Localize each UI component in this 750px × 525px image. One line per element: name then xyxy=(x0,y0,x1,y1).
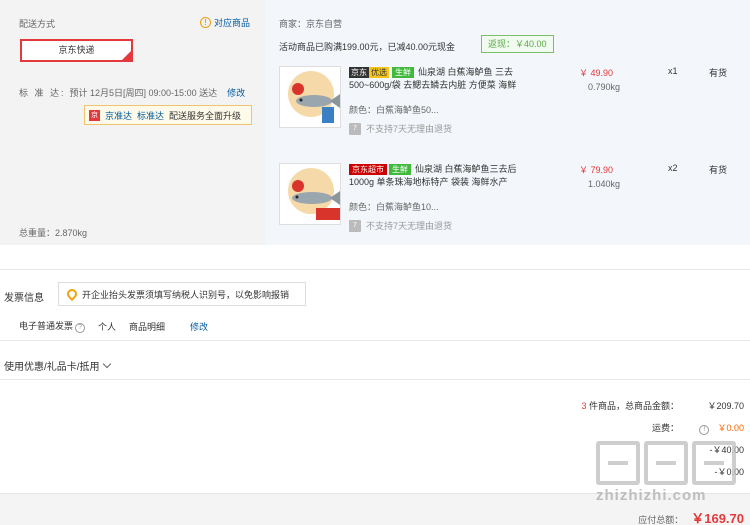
item-weight: 0.790kg xyxy=(588,82,621,92)
invoice-person: 个人 xyxy=(98,321,117,332)
no-return-note: 7 不支持7天无理由退货 xyxy=(349,122,452,135)
no-return-icon: 7 xyxy=(349,122,361,135)
jd-logo-icon: 京 xyxy=(89,109,100,121)
warning-icon: ! xyxy=(200,17,211,28)
item-title[interactable]: 京东 优选 生鲜 仙泉湖 白蕉海鲈鱼 三去500~600g/袋 去鳃去鳞去内脏 方便菜… xyxy=(349,66,539,92)
shipping-method-option[interactable]: 京东快递 ✓ xyxy=(20,39,133,62)
invoice-tip: 开企业抬头发票须填写纳税人识别号，以免影响报销 xyxy=(58,282,306,306)
summary-shipping-label: 运费： xyxy=(651,423,679,433)
summary-shipping-row: 运费： ! ￥0.00 xyxy=(539,421,744,435)
edit-delivery-link[interactable]: 修改 xyxy=(227,86,245,99)
summary-shipping-value: ! ￥0.00 xyxy=(679,421,744,435)
check-icon: ✓ xyxy=(124,48,130,54)
edit-invoice-link[interactable]: 修改 xyxy=(190,320,208,333)
summary-extra-row: -￥0.00 xyxy=(539,465,744,478)
no-return-icon: 7 xyxy=(349,219,361,232)
invoice-detail: 商品明细 xyxy=(129,321,166,332)
no-return-note: 7 不支持7天无理由退货 xyxy=(349,219,452,232)
chevron-down-icon xyxy=(102,359,111,369)
item-qty: x1 xyxy=(668,66,678,76)
invoice-tip-text: 开企业抬头发票须填写纳税人识别号，以免影响报销 xyxy=(82,289,290,300)
fresh-tag: 生鲜 xyxy=(392,67,414,78)
match-items-link[interactable]: ! 对应商品 xyxy=(200,16,250,29)
merchant-label: 商家：京东自营 xyxy=(279,19,343,29)
upgrade-brand[interactable]: 京准达 xyxy=(105,109,132,122)
match-items-label: 对应商品 xyxy=(214,18,251,28)
payable-label: 应付总额： xyxy=(638,515,684,525)
summary-total-row: 3 件商品，总商品金额： ￥209.70 xyxy=(539,399,744,412)
summary-total-value: ￥209.70 xyxy=(707,401,744,411)
item-color: 颜色：白蕉海鲈鱼50... xyxy=(349,105,439,115)
cart-item: 京东 优选 生鲜 仙泉湖 白蕉海鲈鱼 三去500~600g/袋 去鳃去鳞去内脏 方便菜… xyxy=(279,66,749,146)
invoice-type: 电子普通发票? xyxy=(19,319,86,333)
fresh-tag: 生鲜 xyxy=(389,164,411,175)
upgrade-text: 配送服务全面升级 xyxy=(169,110,242,121)
item-price: ￥ 49.90 xyxy=(579,68,614,78)
payable-total: 应付总额： ￥169.70 xyxy=(638,508,744,525)
delivery-upgrade-tip: 京 京准达 标准达 配送服务全面升级 xyxy=(84,105,252,125)
summary-discount-row: -￥40.00 xyxy=(539,443,744,456)
item-qty: x2 xyxy=(668,163,678,173)
no-return-text: 不支持7天无理由退货 xyxy=(366,221,453,231)
rebate-badge: 返现：￥40.00 xyxy=(481,35,554,53)
summary-extra-value: -￥0.00 xyxy=(714,467,744,477)
standard-delivery-time: 预计 12月5日[周四] 09:00-15:00 送达 xyxy=(69,88,218,98)
item-color: 颜色：白蕉海鲈鱼10... xyxy=(349,202,439,212)
summary-count-label: 3 件商品，总商品金额： xyxy=(581,401,679,411)
total-weight: 总重量：2.870kg xyxy=(19,228,88,238)
shipping-label: 配送方式 xyxy=(19,19,56,29)
cart-item: 京东超市 生鲜 仙泉湖 白蕉海鲈鱼三去后1000g 单条珠海地标特产 袋装 海鲜水产… xyxy=(279,163,749,243)
jd-tag: 京东 xyxy=(349,67,369,78)
section-divider xyxy=(0,269,750,270)
select-tag: 优选 xyxy=(369,67,389,78)
shipping-panel: 配送方式 ! 对应商品 京东快递 ✓ 标 准 达: 预计 12月5日[周四] 0… xyxy=(0,0,265,245)
item-price: ￥ 79.90 xyxy=(579,165,614,175)
coupon-label: 使用优惠/礼品卡/抵用 xyxy=(4,362,100,373)
payable-value: ￥169.70 xyxy=(691,511,744,525)
item-title[interactable]: 京东超市 生鲜 仙泉湖 白蕉海鲈鱼三去后1000g 单条珠海地标特产 袋装 海鲜水产 xyxy=(349,163,539,189)
coupon-toggle[interactable]: 使用优惠/礼品卡/抵用 xyxy=(4,358,111,373)
invoice-title: 发票信息 xyxy=(4,293,44,304)
shipping-method-label: 京东快递 xyxy=(58,45,95,55)
section-divider xyxy=(0,379,750,380)
jd-supermarket-tag: 京东超市 xyxy=(349,164,387,175)
location-pin-icon xyxy=(64,286,80,302)
item-stock: 有货 xyxy=(709,68,728,78)
item-stock: 有货 xyxy=(709,165,728,175)
upgrade-std[interactable]: 标准达 xyxy=(137,109,164,122)
promo-text: 活动商品已购满199.00元，已减40.00元现金 xyxy=(279,42,456,52)
item-weight: 1.040kg xyxy=(588,179,621,189)
product-thumbnail[interactable] xyxy=(279,66,341,128)
standard-delivery-row: 标 准 达: 预计 12月5日[周四] 09:00-15:00 送达 修改 xyxy=(19,86,245,99)
help-icon[interactable]: ? xyxy=(75,323,86,333)
no-return-text: 不支持7天无理由退货 xyxy=(366,124,453,134)
standard-label: 标 准 达: xyxy=(19,88,66,98)
product-thumbnail[interactable] xyxy=(279,163,341,225)
invoice-details: 电子普通发票? 个人 商品明细 修改 xyxy=(19,319,208,333)
section-divider xyxy=(0,340,750,341)
summary-discount-value: -￥40.00 xyxy=(709,445,744,455)
help-icon[interactable]: ! xyxy=(699,425,710,435)
